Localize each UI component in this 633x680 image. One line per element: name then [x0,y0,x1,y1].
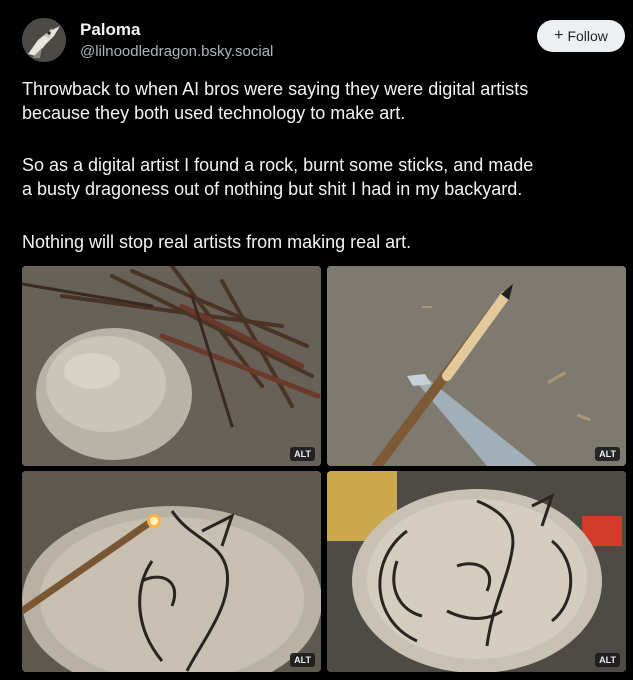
post-text-line: because they both used technology to mak… [22,103,406,123]
finished-dragoness-photo [327,471,626,672]
author-handle[interactable]: @lilnoodledragon.bsky.social [80,43,273,60]
post-card: Paloma @lilnoodledragon.bsky.social + Fo… [0,0,633,680]
follow-button[interactable]: + Follow [537,20,625,52]
post-text-line: Nothing will stop real artists from maki… [22,232,412,252]
post-paragraph-2: So as a digital artist I found a rock, b… [22,153,622,201]
post-paragraph-3: Nothing will stop real artists from maki… [22,230,622,254]
alt-badge[interactable]: ALT [595,447,620,461]
image-finished-dragoness[interactable]: ALT [327,471,626,672]
post-paragraph-1: Throwback to when AI bros were saying th… [22,77,622,125]
knife-stick-photo [327,266,626,466]
image-burning-drawing[interactable]: ALT [22,471,321,672]
author-name[interactable]: Paloma [80,20,140,40]
dragon-avatar-icon [22,18,66,62]
alt-badge[interactable]: ALT [595,653,620,667]
burning-drawing-photo [22,471,321,672]
follow-label: Follow [567,28,608,44]
post-text-line: a busty dragoness out of nothing but shi… [22,179,523,199]
image-grid: ALT ALT ALT ALT [22,266,626,672]
rock-sticks-photo [22,266,321,466]
post-text-line: Throwback to when AI bros were saying th… [22,79,529,99]
image-rock-and-sticks[interactable]: ALT [22,266,321,466]
avatar[interactable] [22,18,66,62]
image-knife-and-stick[interactable]: ALT [327,266,626,466]
alt-badge[interactable]: ALT [290,447,315,461]
plus-icon: + [554,27,564,44]
alt-badge[interactable]: ALT [290,653,315,667]
post-text-line: So as a digital artist I found a rock, b… [22,155,534,175]
